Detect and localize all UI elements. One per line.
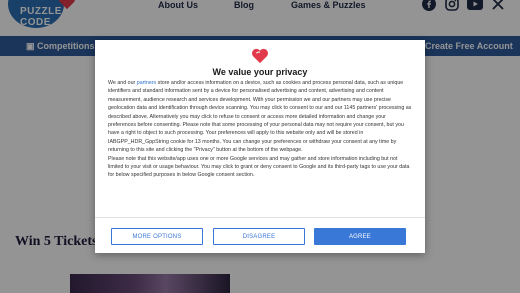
- consent-paragraph-2: Please note that this website/app uses o…: [108, 155, 410, 179]
- consent-dialog: We value your privacy We and our partner…: [95, 40, 425, 253]
- partners-link[interactable]: partners: [137, 80, 156, 86]
- consent-paragraph-1: We and our partners store and/or access …: [108, 79, 412, 155]
- heart-logo-icon: [252, 48, 268, 64]
- disagree-button[interactable]: DISAGREE: [213, 228, 305, 245]
- divider: [95, 217, 425, 218]
- consent-title: We value your privacy: [212, 67, 308, 77]
- more-options-button[interactable]: MORE OPTIONS: [111, 228, 203, 245]
- consent-text-1b: store and/or access information on a dev…: [108, 80, 412, 154]
- agree-button[interactable]: AGREE: [314, 228, 406, 245]
- consent-body: We and our partners store and/or access …: [108, 79, 412, 180]
- consent-text-1a: We and our: [108, 80, 137, 86]
